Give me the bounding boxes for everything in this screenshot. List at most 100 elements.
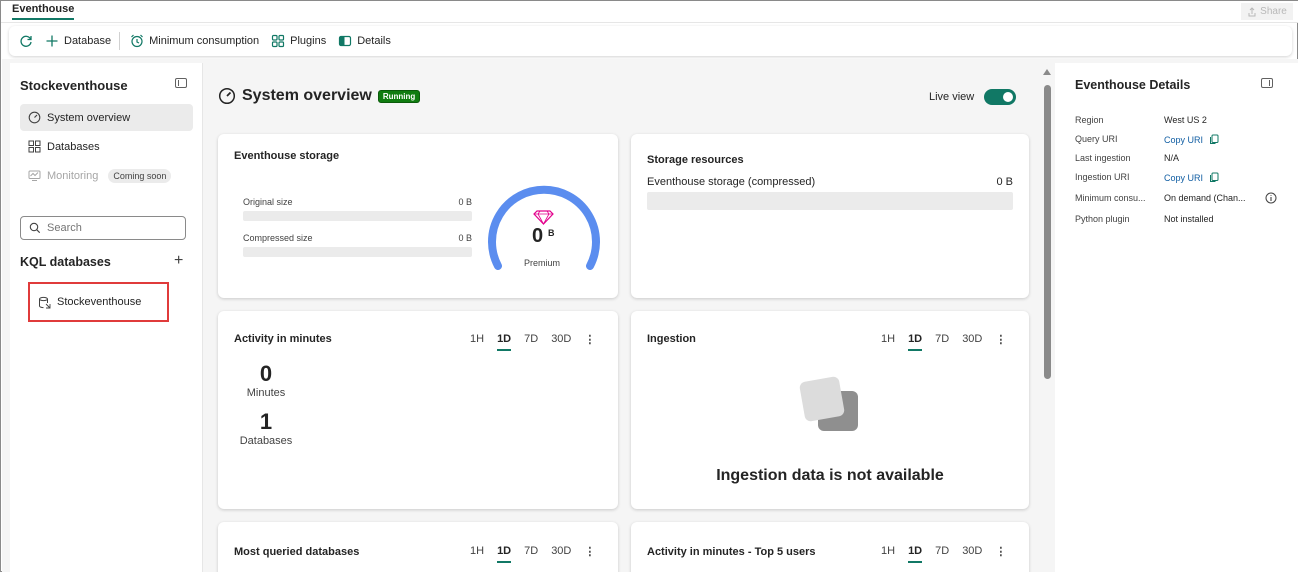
range-1d[interactable]: 1D [908, 545, 923, 563]
most-queried-card: Most queried databases 1H 1D 7D 30D ⋮ [218, 522, 618, 572]
plugins-label: Plugins [290, 35, 327, 47]
range-7d[interactable]: 7D [935, 545, 949, 563]
alarm-clock-icon [131, 34, 144, 48]
database-icon [39, 296, 51, 308]
details-button[interactable]: Details [338, 34, 391, 48]
kql-database-item[interactable]: Stockeventhouse [28, 282, 169, 322]
last-ingestion-value: N/A [1164, 153, 1180, 163]
databases-label: Databases [239, 435, 293, 447]
detail-label: Query URI [1075, 134, 1118, 144]
detail-min-consumption-value: On demand (Chan... [1164, 193, 1246, 203]
storage-resources-card: Storage resources Eventhouse storage (co… [631, 134, 1029, 298]
tab-eventhouse[interactable]: Eventhouse [12, 3, 75, 20]
range-30d[interactable]: 30D [962, 333, 982, 351]
add-database-button[interactable]: Database [45, 34, 111, 48]
plus-icon [46, 35, 58, 47]
range-7d[interactable]: 7D [524, 333, 538, 351]
copy-icon[interactable] [1209, 172, 1219, 183]
live-view: Live view [929, 89, 1017, 105]
diamond-icon [533, 210, 554, 225]
time-range-selector: 1H 1D 7D 30D ⋮ [470, 545, 595, 563]
original-size-label: Original size [243, 197, 293, 207]
compressed-size-label: Compressed size [243, 233, 313, 243]
grid-icon [28, 140, 41, 153]
gauge-tier: Premium [524, 258, 561, 268]
share-label: Share [1260, 6, 1287, 17]
resources-row-label: Eventhouse storage (compressed) [647, 176, 816, 188]
add-kql-database-icon[interactable]: + [174, 252, 183, 270]
vertical-scrollbar[interactable] [1041, 63, 1053, 572]
nav-databases[interactable]: Databases [20, 133, 193, 160]
detail-label: Last ingestion [1075, 153, 1131, 163]
card-title: Most queried databases [234, 546, 360, 558]
minimum-consumption-button[interactable]: Minimum consumption [130, 34, 259, 48]
time-range-selector: 1H 1D 7D 30D ⋮ [881, 333, 1006, 351]
range-30d[interactable]: 30D [551, 545, 571, 563]
region-value: West US 2 [1164, 115, 1207, 125]
range-1d[interactable]: 1D [497, 545, 512, 563]
range-1h[interactable]: 1H [881, 333, 895, 351]
details-title: Eventhouse Details [1075, 78, 1191, 92]
search-input[interactable] [47, 222, 177, 234]
page-title: System overview Running [218, 87, 421, 105]
add-database-label: Database [64, 35, 112, 47]
card-title: Ingestion [647, 333, 696, 345]
copy-icon[interactable] [1209, 134, 1219, 145]
range-30d[interactable]: 30D [962, 545, 982, 563]
top-bar: Eventhouse Share [1, 1, 1298, 23]
range-7d[interactable]: 7D [935, 333, 949, 351]
detail-last-ingestion-value: N/A [1164, 153, 1179, 163]
nav-system-overview[interactable]: System overview [20, 104, 193, 131]
activity-card: Activity in minutes 1H 1D 7D 30D ⋮ 0 Min… [218, 311, 618, 509]
detail-ingestion-uri-value: Copy URI [1164, 172, 1219, 183]
more-options-icon[interactable]: ⋮ [584, 545, 595, 563]
page-title-text: System overview [242, 87, 372, 104]
resources-bar [647, 192, 1013, 210]
copy-query-uri-link[interactable]: Copy URI [1164, 135, 1203, 145]
card-title: Activity in minutes [234, 333, 332, 345]
range-7d[interactable]: 7D [524, 545, 538, 563]
info-icon[interactable] [1265, 192, 1277, 204]
share-icon [1248, 6, 1256, 16]
databases-value: 1 [259, 409, 273, 434]
copy-ingestion-uri-link[interactable]: Copy URI [1164, 173, 1203, 183]
eventhouse-storage-card: Eventhouse storage Original size 0 B Comp… [218, 134, 618, 298]
more-options-icon[interactable]: ⋮ [995, 333, 1006, 351]
python-plugin-value: Not installed [1164, 214, 1214, 224]
close-pane-icon[interactable] [1261, 78, 1273, 88]
more-options-icon[interactable]: ⋮ [584, 333, 595, 351]
nav-monitoring: Monitoring Coming soon [20, 162, 193, 189]
coming-soon-badge: Coming soon [108, 168, 172, 183]
refresh-icon [20, 35, 32, 47]
minutes-stat: 0 Minutes [218, 361, 314, 399]
time-range-selector: 1H 1D 7D 30D ⋮ [881, 545, 1006, 563]
panel-icon [339, 35, 352, 47]
range-1d[interactable]: 1D [908, 333, 923, 351]
range-1h[interactable]: 1H [470, 333, 484, 351]
plugins-icon [272, 34, 285, 48]
more-options-icon[interactable]: ⋮ [995, 545, 1006, 563]
search-box[interactable] [20, 216, 186, 240]
scroll-up-arrow[interactable] [1043, 69, 1051, 75]
minutes-label: Minutes [246, 387, 286, 399]
live-view-label: Live view [929, 91, 975, 103]
original-size-bar [243, 211, 472, 221]
detail-label: Ingestion URI [1075, 172, 1130, 182]
ingestion-card: Ingestion 1H 1D 7D 30D ⋮ Ingestion data … [631, 311, 1029, 509]
detail-label: Python plugin [1075, 214, 1130, 224]
collapse-pane-icon[interactable] [175, 78, 187, 88]
search-icon [29, 222, 41, 234]
range-1h[interactable]: 1H [881, 545, 895, 563]
min-consumption-value: On demand (Chan... [1164, 193, 1246, 203]
scroll-thumb[interactable] [1044, 85, 1051, 379]
refresh-button[interactable] [19, 34, 33, 48]
share-button[interactable]: Share [1241, 3, 1293, 20]
toolbar-divider [119, 32, 121, 50]
live-view-toggle[interactable] [984, 89, 1017, 105]
range-30d[interactable]: 30D [551, 333, 571, 351]
original-size-row: Original size 0 B [243, 197, 472, 221]
plugins-button[interactable]: Plugins [271, 34, 326, 48]
range-1h[interactable]: 1H [470, 545, 484, 563]
empty-state-text: Ingestion data is not available [716, 467, 944, 484]
range-1d[interactable]: 1D [497, 333, 512, 351]
